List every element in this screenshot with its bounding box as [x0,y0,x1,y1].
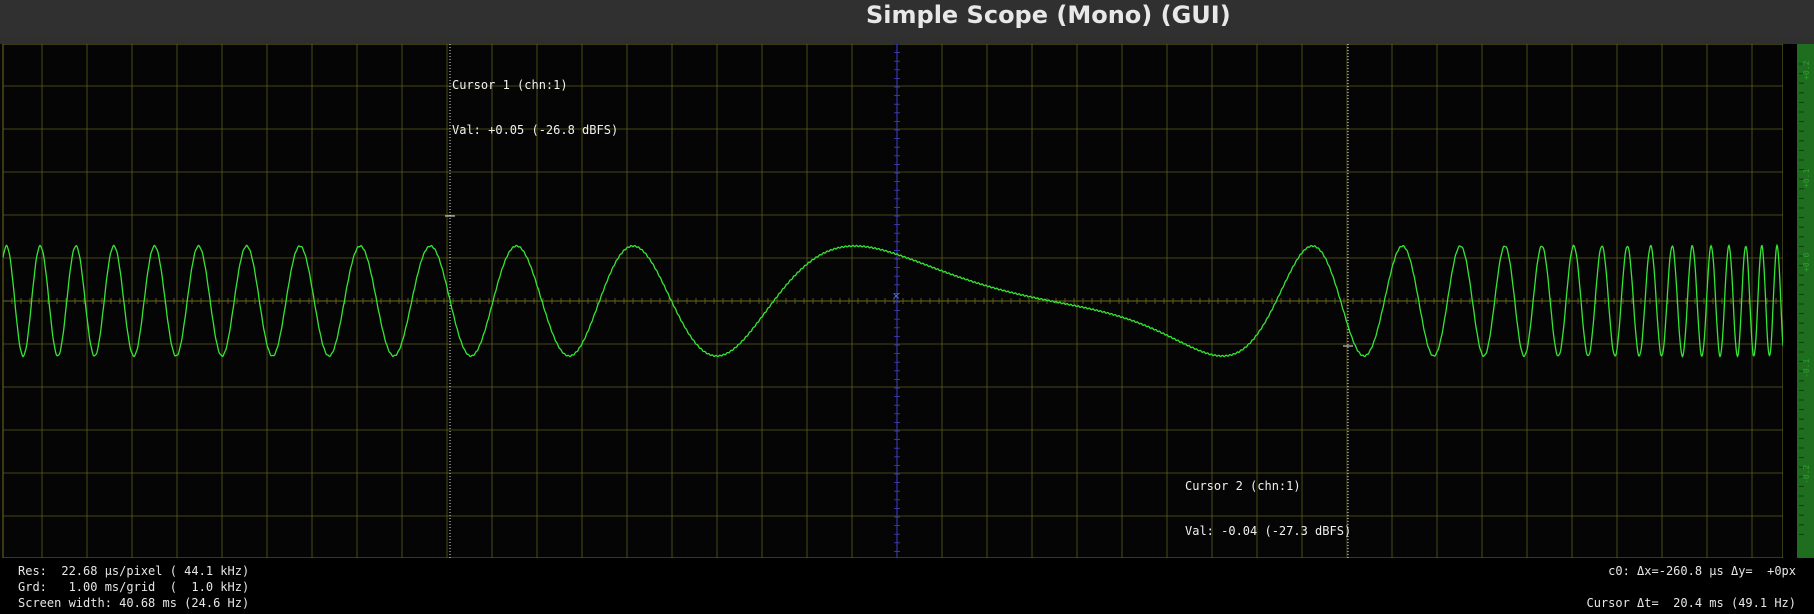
cursor1-value: Val: +0.05 (-26.8 dBFS) [452,123,619,137]
meter-label-plus02: +0.2 [1802,60,1811,80]
cursor1-readout: Cursor 1 (chn:1) Val: +0.05 (-26.8 dBFS) [452,48,618,168]
resolution-text: Res: 22.68 μs/pixel ( 44.1 kHz) [18,564,250,578]
meter-label-plus01: +0.1 [1802,168,1811,188]
cursor-dt-text: Cursor Δt= 20.4 ms (49.1 Hz) [1586,596,1796,610]
info-panel: Res: 22.68 μs/pixel ( 44.1 kHz) Grd: 1.0… [0,558,1814,614]
meter-gap [1783,44,1797,558]
scope-canvas[interactable]: × [0,44,1814,558]
cursor2-label: Cursor 2 (chn:1) [1185,479,1301,493]
center-marker: × [892,291,900,302]
grid-text: Grd: 1.00 ms/grid ( 1.0 kHz) [18,580,250,594]
cursor-delta-c0-text: c0: Δx=-260.8 μs Δy= +0px [1608,564,1796,578]
title-bar: Simple Scope (Mono) (GUI) [0,0,1814,38]
window-title: Simple Scope (Mono) (GUI) [866,1,1231,29]
cursor1-label: Cursor 1 (chn:1) [452,78,568,92]
cursor2-readout: Cursor 2 (chn:1) Val: -0.04 (-27.3 dBFS) [1185,449,1351,569]
meter-label-minus01: -0.1 [1802,358,1811,378]
cursor2-value: Val: -0.04 (-27.3 dBFS) [1185,524,1352,538]
screen-width-text: Screen width: 40.68 ms (24.6 Hz) [18,596,250,610]
meter-label-zero: +0.0 [1802,252,1811,272]
scope-display[interactable]: × Cursor 1 (chn:1) Val: +0.05 (-26.8 dBF… [0,44,1814,558]
meter-label-minus02: -0.2 [1802,464,1811,484]
